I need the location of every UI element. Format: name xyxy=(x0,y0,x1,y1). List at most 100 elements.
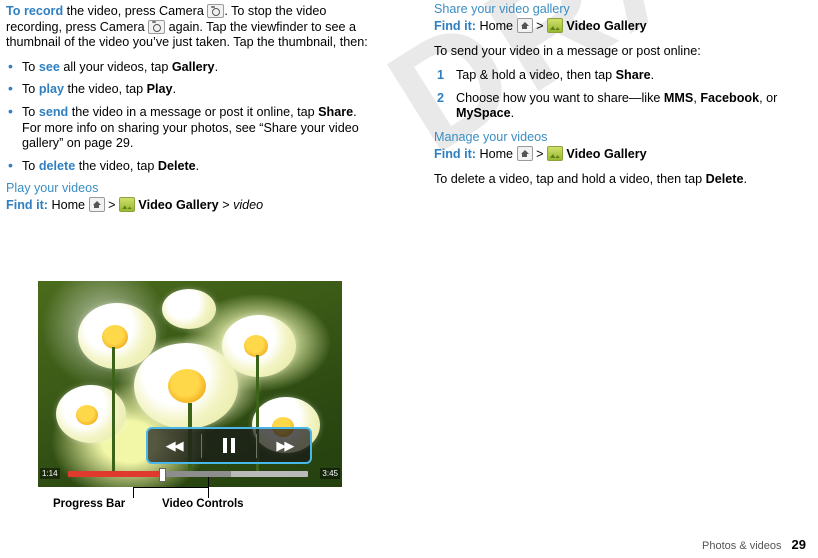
bullet-pre: To xyxy=(22,158,39,173)
step-text-post: . xyxy=(510,106,515,121)
control-divider xyxy=(256,433,258,458)
bullet-bold: Share xyxy=(318,104,354,119)
rewind-button[interactable]: ◀◀ xyxy=(150,430,198,461)
elapsed-time: 1:14 xyxy=(40,468,60,479)
findit-label: Find it: xyxy=(434,19,476,33)
step-number: 2 xyxy=(437,90,445,105)
step-text-pre: Choose how you want to share—like xyxy=(456,90,664,105)
bullet-mid: all your videos, tap xyxy=(59,59,172,74)
callout-video-controls: Video Controls xyxy=(162,498,244,510)
list-item: To delete the video, tap Delete. xyxy=(6,158,376,175)
manage-text-pre: To delete a video, tap and hold a video,… xyxy=(434,171,706,186)
callout-leader-line xyxy=(133,487,134,498)
callout-progress-bar: Progress Bar xyxy=(53,498,126,510)
left-column: To record the video, press Camera . To s… xyxy=(6,4,376,218)
home-icon xyxy=(88,197,105,213)
pause-button[interactable] xyxy=(205,430,253,461)
rewind-icon: ◀◀ xyxy=(165,437,184,453)
bullet-mid: the video, tap xyxy=(75,158,158,173)
camera-icon xyxy=(207,4,225,18)
control-divider xyxy=(200,433,202,458)
intro-paragraph: To record the video, press Camera . To s… xyxy=(6,4,376,51)
findit-separator: > xyxy=(536,19,544,33)
step-text-post: . xyxy=(650,68,655,83)
manage-videos-paragraph: To delete a video, tap and hold a video,… xyxy=(434,172,804,188)
figure-callouts: Progress Bar Video Controls xyxy=(38,477,358,515)
bullet-post: . xyxy=(195,158,200,173)
flower-trumpet xyxy=(76,405,98,425)
bullet-post: . xyxy=(214,59,219,74)
camera-icon xyxy=(148,19,166,34)
findit-separator: > xyxy=(108,198,116,213)
section-heading-play-your-videos: Play your videos xyxy=(6,181,99,196)
share-intro-paragraph: To send your video in a message or post … xyxy=(434,43,701,58)
flower-trumpet xyxy=(168,369,206,403)
bullet-verb: see xyxy=(38,59,60,74)
bullet-bold: Gallery xyxy=(171,59,215,74)
progress-fill xyxy=(68,471,164,477)
section-heading-manage-your-videos: Manage your videos xyxy=(434,129,548,144)
video-progress-bar[interactable]: 1:14 3:45 xyxy=(38,468,342,482)
bullet-mid: the video in a message or post it online… xyxy=(68,104,319,119)
page-footer: Photos & videos 29 xyxy=(702,537,806,552)
findit-label: Find it: xyxy=(6,198,48,213)
step-text-bold: MMS xyxy=(663,90,694,105)
callout-leader-line xyxy=(133,487,209,488)
video-actions-list: To see all your videos, tap Gallery. To … xyxy=(6,59,376,175)
bullet-pre: To xyxy=(22,82,39,97)
video-controls-bar[interactable]: ◀◀ ▶▶ xyxy=(146,427,312,464)
findit-home-label: Home xyxy=(479,146,514,161)
manage-text-bold: Delete xyxy=(705,171,744,186)
callout-leader-line xyxy=(208,477,209,498)
home-icon xyxy=(516,145,533,161)
step-text-bold-2: Facebook xyxy=(700,90,760,105)
video-gallery-icon xyxy=(546,18,563,33)
home-icon xyxy=(516,18,533,33)
progress-buffer xyxy=(164,471,232,477)
list-item: To send the video in a message or post i… xyxy=(6,104,376,152)
footer-section-label: Photos & videos xyxy=(702,540,782,552)
findit-video-label: video xyxy=(233,198,264,213)
list-item: To play the video, tap Play. xyxy=(6,81,376,98)
bullet-pre: To xyxy=(22,104,39,119)
progress-track[interactable] xyxy=(68,468,308,482)
intro-text-1: the video, press Camera xyxy=(63,4,208,18)
step-text-bold: Share xyxy=(615,68,651,83)
findit-gallery-label: Video Gallery xyxy=(138,198,219,213)
bullet-bold: Delete xyxy=(157,158,196,173)
bullet-bold: Play xyxy=(146,82,173,97)
list-item: To see all your videos, tap Gallery. xyxy=(6,59,376,76)
findit-share-your-video-gallery: Find it: Home > Video Gallery xyxy=(434,18,804,35)
flower-trumpet xyxy=(102,325,128,349)
flower-stem xyxy=(112,347,115,477)
page-number: 29 xyxy=(791,537,806,552)
findit-separator: > xyxy=(536,146,544,161)
findit-manage-your-videos: Find it: Home > Video Gallery xyxy=(434,145,804,163)
findit-home-label: Home xyxy=(51,198,86,213)
findit-home-label: Home xyxy=(479,19,514,33)
bullet-verb: play xyxy=(38,82,65,97)
manage-text-post: . xyxy=(743,171,747,186)
findit-play-your-videos: Find it: Home > Video Gallery > video xyxy=(6,197,376,214)
bullet-mid: the video, tap xyxy=(64,82,147,97)
list-item: 2 Choose how you want to share—like MMS,… xyxy=(434,91,804,122)
step-number: 1 xyxy=(437,68,445,83)
bullet-verb: send xyxy=(38,104,69,119)
flower-bloom xyxy=(162,289,216,329)
video-gallery-icon xyxy=(546,145,563,161)
findit-separator: > xyxy=(222,198,230,213)
step-text-pre: Tap & hold a video, then tap xyxy=(456,68,616,83)
intro-lead: To record xyxy=(6,4,64,18)
step-text-mid-2: , or xyxy=(759,90,778,105)
fast-forward-button[interactable]: ▶▶ xyxy=(260,430,308,461)
findit-gallery-label: Video Gallery xyxy=(566,146,647,161)
step-text-bold-3: MySpace xyxy=(456,106,511,121)
list-item: 1 Tap & hold a video, then tap Share. xyxy=(434,68,804,84)
total-time: 3:45 xyxy=(320,468,340,479)
findit-label: Find it: xyxy=(434,146,476,161)
bullet-pre: To xyxy=(22,59,39,74)
progress-handle[interactable] xyxy=(159,468,167,482)
share-steps-list: 1 Tap & hold a video, then tap Share. 2 … xyxy=(434,68,804,122)
bullet-post: . xyxy=(172,82,177,97)
video-gallery-icon xyxy=(118,197,135,213)
